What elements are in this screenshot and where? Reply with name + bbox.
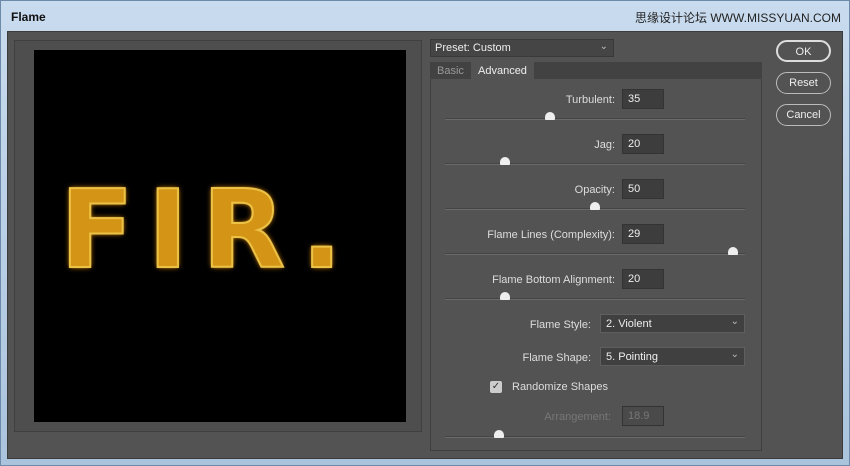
slider-value-input[interactable]: 50 (622, 179, 664, 199)
slider-track[interactable] (445, 247, 745, 255)
slider-label: Opacity: (574, 184, 615, 196)
tab-bar: Basic Advanced (430, 62, 762, 79)
slider-thumb[interactable] (500, 292, 510, 300)
preview-panel: FIR. (14, 40, 422, 432)
slider-track[interactable] (445, 112, 745, 120)
checkmark-icon: ✓ (491, 381, 501, 392)
slider-track[interactable] (445, 202, 745, 210)
slider-value-input[interactable]: 20 (622, 269, 664, 289)
tab-advanced[interactable]: Advanced (471, 62, 534, 79)
slider-label: Flame Bottom Alignment: (492, 274, 615, 286)
randomize-shapes-checkbox[interactable]: ✓ (490, 381, 502, 393)
chevron-down-icon: ⌄ (599, 41, 608, 52)
preview-canvas[interactable]: FIR. (34, 50, 406, 422)
slider-thumb[interactable] (590, 202, 600, 210)
preset-dropdown[interactable]: Preset: Custom ⌄ (430, 39, 614, 57)
randomize-shapes-label: Randomize Shapes (512, 381, 609, 393)
flame-shape-label: Flame Shape: (522, 352, 591, 364)
dialog-body: FIR. Preset: Custom ⌄ Basic Advanced Turb… (7, 31, 843, 459)
tab-basic[interactable]: Basic (430, 62, 471, 79)
slider-value-input[interactable]: 20 (622, 134, 664, 154)
slider-label: Turbulent: (565, 94, 615, 106)
slider-value-input[interactable]: 29 (622, 224, 664, 244)
slider-thumb[interactable] (494, 430, 504, 438)
slider-thumb[interactable] (500, 157, 510, 165)
slider-label: Jag: (594, 139, 615, 151)
flame-shape-dropdown[interactable]: 5. Pointing ⌄ (600, 347, 745, 366)
chevron-down-icon: ⌄ (730, 316, 739, 327)
arrangement-label: Arrangement: (544, 411, 611, 423)
flame-dialog: Flame 思缘设计论坛 WWW.MISSYUAN.COM FIR. Prese… (0, 0, 850, 466)
preset-label: Preset: Custom (435, 42, 511, 54)
slider-thumb[interactable] (728, 247, 738, 255)
arrangement-slider[interactable] (445, 430, 745, 438)
slider-track[interactable] (445, 157, 745, 165)
ok-button[interactable]: OK (776, 40, 831, 62)
dialog-title: Flame (11, 10, 46, 24)
reset-button[interactable]: Reset (776, 72, 831, 94)
advanced-panel: Turbulent: 35 Jag: 20 Opacity: 50 Flame … (430, 79, 762, 451)
flame-style-label: Flame Style: (529, 319, 591, 331)
cancel-button[interactable]: Cancel (776, 104, 831, 126)
slider-track[interactable] (445, 292, 745, 300)
watermark: 思缘设计论坛 WWW.MISSYUAN.COM (635, 11, 841, 25)
flame-text-preview: FIR. (59, 167, 357, 294)
slider-value-input[interactable]: 35 (622, 89, 664, 109)
arrangement-input[interactable]: 18.9 (622, 406, 664, 426)
flame-shape-value: 5. Pointing (606, 351, 658, 363)
slider-label: Flame Lines (Complexity): (487, 229, 615, 241)
flame-style-value: 2. Violent (606, 318, 652, 330)
slider-thumb[interactable] (545, 112, 555, 120)
chevron-down-icon: ⌄ (730, 349, 739, 360)
flame-style-dropdown[interactable]: 2. Violent ⌄ (600, 314, 745, 333)
